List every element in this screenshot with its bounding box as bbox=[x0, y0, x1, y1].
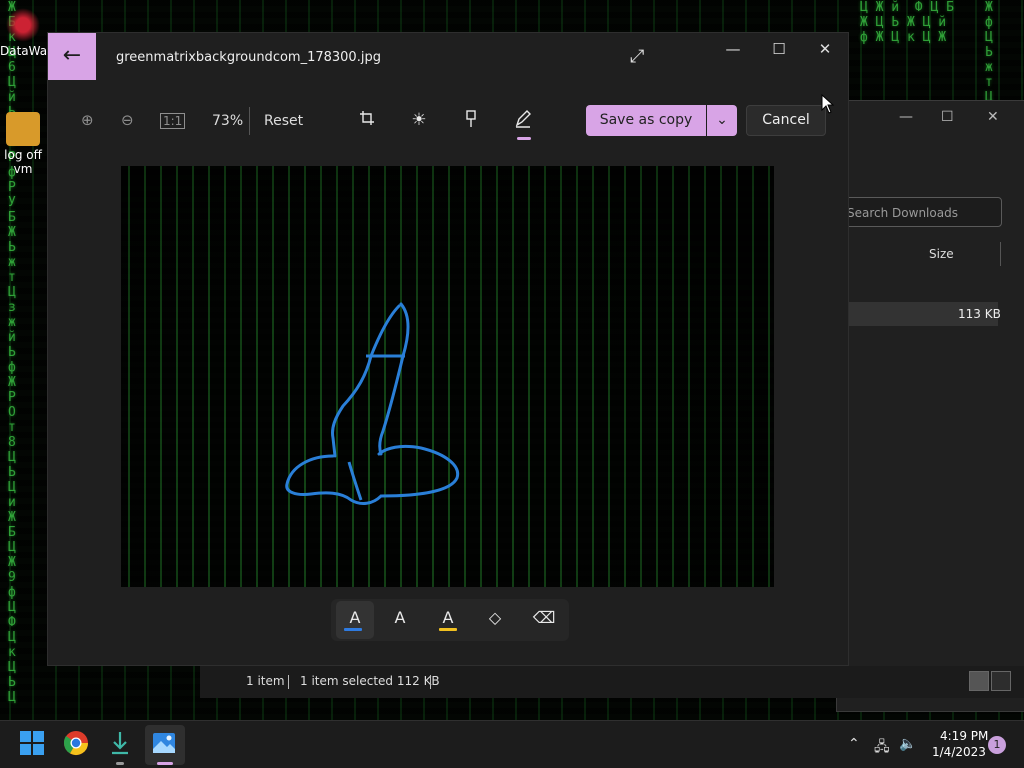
markup-icon[interactable] bbox=[511, 110, 535, 133]
toolbar-divider bbox=[249, 107, 250, 135]
arrow-left-icon: ← bbox=[62, 43, 82, 68]
network-icon[interactable]: 🖧 bbox=[874, 736, 890, 760]
app-active-indicator bbox=[157, 762, 173, 765]
filter-icon[interactable] bbox=[459, 110, 483, 133]
image-canvas[interactable] bbox=[121, 166, 774, 587]
app-running-indicator bbox=[116, 762, 124, 765]
zoom-in-icon[interactable]: ⊕ bbox=[81, 111, 94, 129]
window-title: greenmatrixbackgroundcom_178300.jpg bbox=[116, 50, 381, 65]
chevron-up-icon[interactable]: ⌃ bbox=[848, 736, 860, 752]
column-divider[interactable] bbox=[1000, 242, 1001, 266]
mouse-cursor-icon bbox=[821, 94, 835, 114]
key-icon bbox=[6, 112, 40, 146]
selected-tool-indicator bbox=[517, 137, 531, 140]
start-button[interactable] bbox=[18, 729, 48, 759]
maximize-icon[interactable]: ☐ bbox=[941, 109, 954, 125]
cancel-button[interactable]: Cancel bbox=[746, 105, 826, 136]
details-view-button[interactable] bbox=[969, 671, 989, 691]
search-input[interactable]: Search Downloads bbox=[838, 197, 1002, 227]
minimize-button[interactable]: — bbox=[718, 40, 748, 58]
brightness-icon[interactable]: ☀ bbox=[407, 110, 431, 130]
volume-icon[interactable]: 🔈 bbox=[899, 736, 916, 752]
minimize-icon[interactable]: — bbox=[899, 109, 913, 125]
eraser-icon[interactable]: ◇ bbox=[481, 608, 509, 632]
highlighter-color bbox=[439, 628, 457, 631]
save-options-dropdown[interactable]: ⌄ bbox=[707, 105, 737, 136]
status-selection: 1 item selected 112 KB bbox=[300, 674, 440, 688]
matrix-glyphs: Ж Б к Ц 6 Ц й Ь ф 3 Р ф Р У Б Ж Ь ж т Ц … bbox=[8, 0, 16, 705]
chrome-icon bbox=[63, 731, 88, 756]
maximize-button[interactable]: ☐ bbox=[764, 40, 794, 58]
reset-button[interactable]: Reset bbox=[264, 113, 303, 129]
tiles-view-button[interactable] bbox=[991, 671, 1011, 691]
download-icon bbox=[112, 732, 128, 755]
file-explorer-window[interactable]: — ☐ ✕ bbox=[836, 100, 1024, 712]
status-item-count: 1 item bbox=[246, 674, 285, 688]
desktop-icon-label: log off vm bbox=[4, 148, 42, 176]
clock-date[interactable]: 1/4/2023 bbox=[932, 745, 986, 759]
clock-time[interactable]: 4:19 PM bbox=[940, 729, 988, 743]
zoom-out-icon[interactable]: ⊖ bbox=[121, 111, 134, 129]
save-as-copy-button[interactable]: Save as copy bbox=[586, 105, 706, 136]
photos-taskbar-button[interactable] bbox=[150, 729, 180, 759]
matrix-glyphs: Ц Ж й Ф Ц Б Ж Ц Ь Ж Ц й ф Ж Ц к Ц Ж bbox=[860, 0, 954, 45]
notification-badge[interactable]: 1 bbox=[988, 736, 1006, 754]
zoom-level: 73% bbox=[212, 113, 244, 129]
ink-drawing bbox=[285, 302, 460, 505]
close-icon[interactable]: ✕ bbox=[987, 109, 999, 125]
chevron-down-icon: ⌄ bbox=[716, 112, 728, 128]
erase-all-icon[interactable]: ⌫ bbox=[530, 608, 558, 632]
back-button[interactable]: ← bbox=[48, 33, 96, 80]
crop-icon[interactable] bbox=[355, 110, 379, 131]
pencil-icon[interactable]: A bbox=[386, 608, 414, 632]
file-size: 113 KB bbox=[958, 307, 1001, 321]
desktop-icon-datawag[interactable]: DataWag bbox=[0, 8, 55, 58]
photos-icon bbox=[153, 733, 175, 753]
chrome-taskbar-button[interactable] bbox=[62, 729, 92, 759]
desktop-icon-logoff[interactable]: log off vm bbox=[0, 112, 46, 176]
close-button[interactable]: ✕ bbox=[810, 40, 840, 58]
datawag-icon bbox=[6, 8, 40, 42]
fullscreen-icon[interactable]: ⤢ bbox=[630, 46, 644, 67]
downloads-taskbar-button[interactable] bbox=[106, 729, 136, 759]
ballpoint-color bbox=[344, 628, 362, 631]
actual-size-icon[interactable]: 1:1 bbox=[160, 113, 186, 129]
column-header-size[interactable]: Size bbox=[929, 247, 954, 261]
windows-icon bbox=[20, 731, 44, 755]
status-divider bbox=[288, 675, 289, 689]
status-divider bbox=[430, 675, 431, 689]
